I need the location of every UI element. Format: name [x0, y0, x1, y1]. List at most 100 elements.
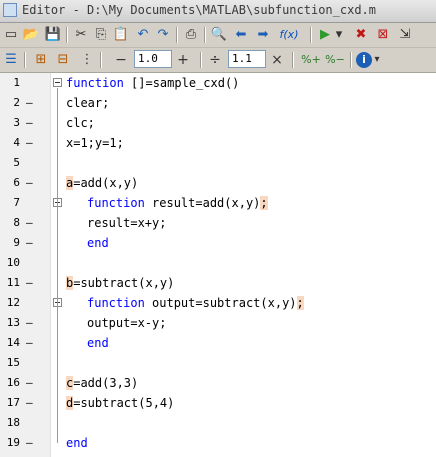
code-line[interactable]: 8 — result=x+y;: [0, 213, 436, 233]
breakpoint-dash[interactable]: —: [26, 213, 33, 233]
line-number: 4: [13, 136, 20, 149]
fold-toggle-icon[interactable]: [53, 78, 62, 87]
evaluate-advance-icon[interactable]: ⋮: [78, 51, 96, 69]
code-editor[interactable]: 1 function []=sample_cxd() 2 — clear; 3 — clc; 4…: [0, 73, 436, 457]
breakpoint-dash[interactable]: —: [26, 173, 33, 193]
code-text[interactable]: clc;: [66, 113, 95, 133]
toolbar-separator: [100, 52, 102, 68]
find-icon[interactable]: 🔍: [210, 26, 228, 44]
code-text[interactable]: d=subtract(5,4): [66, 393, 174, 413]
breakpoint-dash[interactable]: —: [26, 313, 33, 333]
code-line[interactable]: 12 function output=subtract(x,y);: [0, 293, 436, 313]
breakpoint-dash[interactable]: —: [26, 373, 33, 393]
code-text[interactable]: function []=sample_cxd(): [66, 73, 239, 93]
redo-icon[interactable]: ↷: [154, 26, 172, 44]
line-number: 8: [13, 216, 20, 229]
code-line[interactable]: 16 — c=add(3,3): [0, 373, 436, 393]
fold-guide-line: [57, 88, 58, 443]
function-icon[interactable]: f(x): [274, 26, 304, 44]
keyword: function: [87, 196, 145, 210]
save-icon[interactable]: 💾: [44, 26, 62, 44]
clear-breakpoints-icon[interactable]: ⊠: [374, 26, 392, 44]
code-line[interactable]: 5: [0, 153, 436, 173]
code-text[interactable]: clear;: [66, 93, 109, 113]
code-line[interactable]: 13 — output=x-y;: [0, 313, 436, 333]
line-number: 6: [13, 176, 20, 189]
evaluate-cell-icon[interactable]: ⊟: [54, 51, 72, 69]
code-line[interactable]: 3 — clc;: [0, 113, 436, 133]
keyword: end: [87, 236, 109, 250]
code-text[interactable]: function output=subtract(x,y);: [87, 293, 304, 313]
breakpoint-dash[interactable]: —: [26, 433, 33, 453]
code-text[interactable]: a=add(x,y): [66, 173, 138, 193]
toolbar-separator: [66, 27, 68, 43]
breakpoint-dash[interactable]: —: [26, 133, 33, 153]
paste-icon[interactable]: 📋: [112, 26, 130, 44]
code-line[interactable]: 2 — clear;: [0, 93, 436, 113]
new-file-icon[interactable]: ▭: [2, 26, 20, 44]
forward-icon[interactable]: ➡: [254, 26, 272, 44]
code-line[interactable]: 6 — a=add(x,y): [0, 173, 436, 193]
breakpoint-dash[interactable]: —: [26, 233, 33, 253]
semicolon-highlight: ;: [296, 296, 304, 310]
step-in-icon[interactable]: ⇲: [396, 26, 414, 44]
code-text[interactable]: function result=add(x,y);: [87, 193, 268, 213]
divide-button[interactable]: ÷: [206, 51, 224, 69]
insert-cell-icon[interactable]: ⊞: [32, 51, 50, 69]
multiply-button[interactable]: ×: [268, 51, 286, 69]
code-line[interactable]: 15: [0, 353, 436, 373]
code-content: clear;: [66, 96, 110, 110]
code-text[interactable]: x=1;y=1;: [66, 133, 124, 153]
code-line[interactable]: 19 — end: [0, 433, 436, 453]
code-content: output=subtract(x,y): [144, 296, 297, 310]
stop-debug-icon[interactable]: ✖: [352, 26, 370, 44]
info-dropdown-icon[interactable]: ▾: [372, 51, 382, 69]
line-number: 15: [6, 356, 20, 369]
code-line[interactable]: 10: [0, 253, 436, 273]
code-line[interactable]: 4 — x=1;y=1;: [0, 133, 436, 153]
info-icon[interactable]: i: [356, 52, 372, 68]
code-text[interactable]: end: [87, 233, 109, 253]
code-line[interactable]: 17 — d=subtract(5,4): [0, 393, 436, 413]
cut-icon[interactable]: ✂: [72, 26, 90, 44]
run-dropdown-icon[interactable]: ▾: [334, 26, 344, 44]
code-line[interactable]: 9 — end: [0, 233, 436, 253]
code-line[interactable]: 14 — end: [0, 333, 436, 353]
code-content: []=sample_cxd(): [123, 76, 240, 90]
breakpoint-dash[interactable]: —: [26, 93, 33, 113]
decrement-button[interactable]: −: [112, 51, 130, 69]
comment-add-icon[interactable]: %+: [300, 51, 322, 69]
breakpoint-dash[interactable]: —: [26, 113, 33, 133]
increment-value-field[interactable]: 1.0: [134, 50, 172, 68]
copy-icon[interactable]: ⎘: [92, 26, 110, 44]
code-text[interactable]: c=add(3,3): [66, 373, 138, 393]
comment-remove-icon[interactable]: %−: [324, 51, 346, 69]
toolbar-separator: [176, 27, 178, 43]
code-text[interactable]: end: [87, 333, 109, 353]
code-line[interactable]: 7 function result=add(x,y);: [0, 193, 436, 213]
scale-value-field[interactable]: 1.1: [228, 50, 266, 68]
code-text[interactable]: end: [66, 433, 88, 453]
code-text[interactable]: output=x-y;: [87, 313, 166, 333]
increment-button[interactable]: +: [174, 51, 192, 69]
run-icon[interactable]: ▶: [316, 26, 334, 44]
toolbar-separator: [292, 52, 294, 68]
open-folder-icon[interactable]: 📂: [22, 26, 40, 44]
code-line[interactable]: 1 function []=sample_cxd(): [0, 73, 436, 93]
keyword: function: [66, 76, 124, 90]
breakpoint-dash[interactable]: —: [26, 273, 33, 293]
cell-mode-icon[interactable]: ☰: [2, 51, 20, 69]
breakpoint-dash[interactable]: —: [26, 333, 33, 353]
title-bar[interactable]: Editor - D:\My Documents\MATLAB\subfunct…: [0, 0, 436, 23]
code-line[interactable]: 18: [0, 413, 436, 433]
editor-app-icon: [3, 3, 17, 17]
code-text[interactable]: result=x+y;: [87, 213, 166, 233]
undo-icon[interactable]: ↶: [134, 26, 152, 44]
back-icon[interactable]: ⬅: [232, 26, 250, 44]
breakpoint-dash[interactable]: —: [26, 393, 33, 413]
print-icon[interactable]: ⎙: [182, 26, 200, 44]
code-text[interactable]: b=subtract(x,y): [66, 273, 174, 293]
code-content: output=x-y;: [87, 316, 167, 330]
code-content: result=x+y;: [87, 216, 167, 230]
code-line[interactable]: 11 — b=subtract(x,y): [0, 273, 436, 293]
